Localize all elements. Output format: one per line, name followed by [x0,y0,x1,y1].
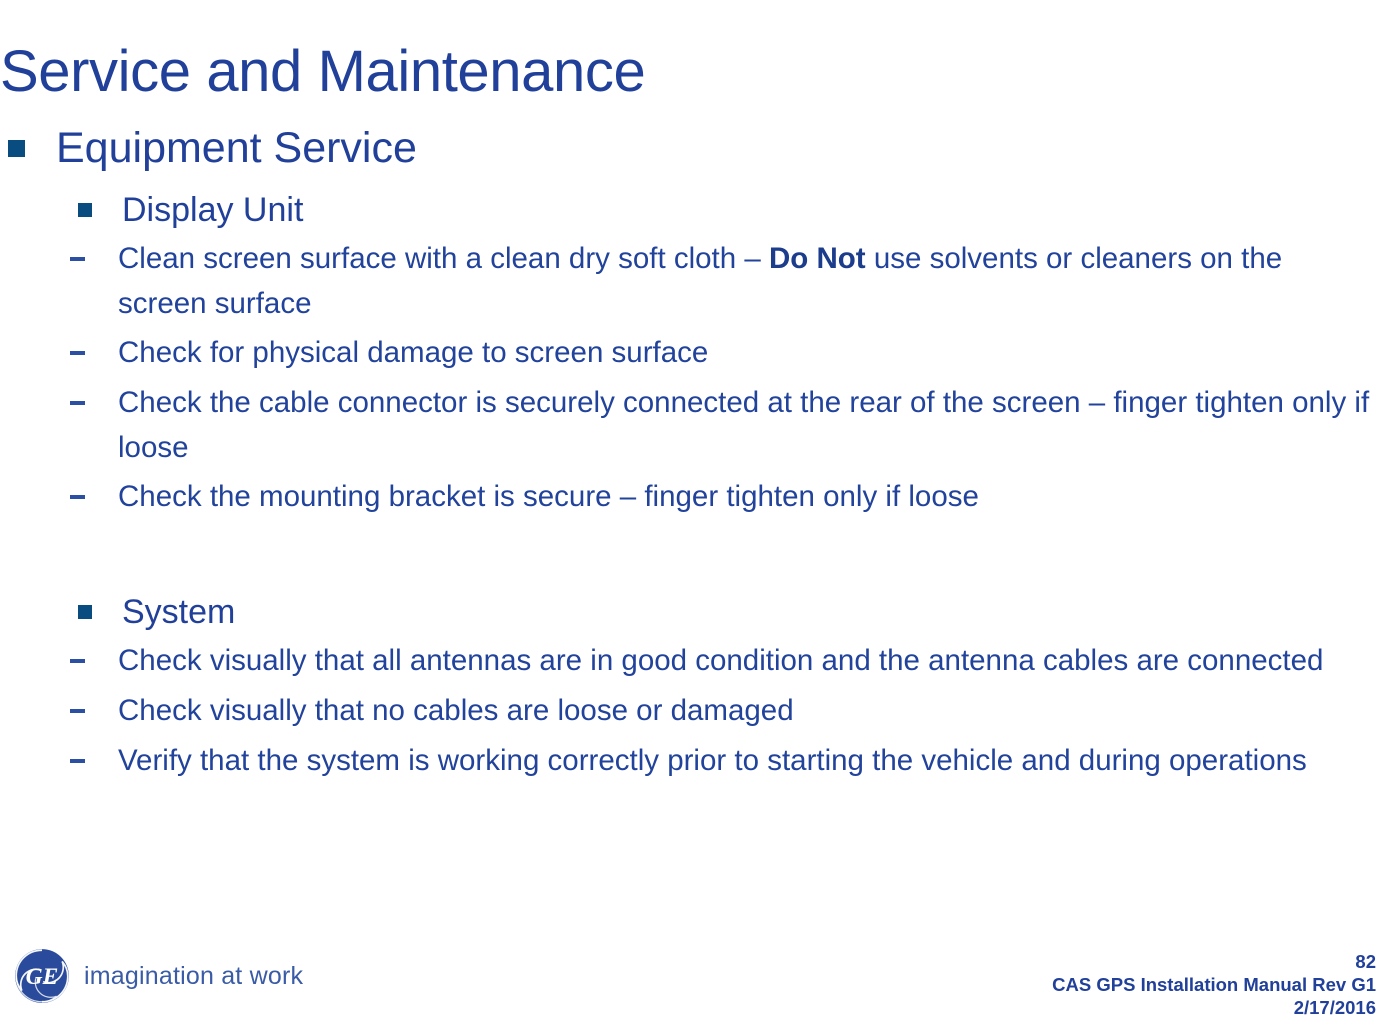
bullet-level1-label: Equipment Service [56,124,417,172]
ge-tagline: imagination at work [84,962,304,990]
list-item: Clean screen surface with a clean dry so… [0,236,1384,326]
list-item: Check visually that no cables are loose … [0,688,1384,734]
square-bullet-icon [78,590,122,634]
dash-bullet-icon [70,380,118,426]
bullet-level2-display-unit: Display Unit [0,188,1384,232]
list-item-text: Check the cable connector is securely co… [118,386,1370,464]
svg-text:GE: GE [26,964,59,990]
section-heading: System [122,593,236,631]
footer-meta: 82 CAS GPS Installation Manual Rev G1 2/… [1052,950,1376,1019]
list-item: Check visually that all antennas are in … [0,638,1384,684]
ge-monogram-icon: GE [15,949,69,1003]
list-item-emphasis: Do Not [768,242,866,275]
slide-body: Equipment Service Display Unit Clean scr… [0,120,1384,788]
document-date: 2/17/2016 [1293,997,1376,1018]
list-item: Check the cable connector is securely co… [0,380,1384,470]
dash-bullet-icon [70,236,118,282]
list-item-text: Check visually that all antennas are in … [118,644,1324,677]
dash-bullet-icon [70,330,118,376]
slide: Service and Maintenance Equipment Servic… [0,0,1384,1032]
square-bullet-icon [78,188,122,232]
dash-bullet-icon [70,474,118,520]
list-item: Check for physical damage to screen surf… [0,330,1384,376]
page-number: 82 [1355,951,1376,972]
page-title: Service and Maintenance [0,38,646,104]
list-item: Verify that the system is working correc… [0,738,1384,784]
square-bullet-icon [8,120,56,176]
list-item-text: Check visually that no cables are loose … [118,694,794,727]
dash-bullet-icon [70,638,118,684]
document-title: CAS GPS Installation Manual Rev G1 [1052,974,1376,995]
list-item-text: Clean screen surface with a clean dry so… [118,236,1378,326]
section-heading: Display Unit [122,191,304,229]
dash-bullet-icon [70,688,118,734]
list-item-text: Check the mounting bracket is secure – f… [118,480,979,513]
list-item-segment: Clean screen surface with a clean dry so… [118,242,769,275]
dash-bullet-icon [70,738,118,784]
bullet-level2-system: System [0,590,1384,634]
list-item-text: Check for physical damage to screen surf… [118,336,709,369]
list-item-text: Verify that the system is working correc… [118,744,1307,777]
slide-footer: GE imagination at work 82 CAS GPS Instal… [0,940,1384,1032]
bullet-level1-equipment-service: Equipment Service [0,120,1384,176]
ge-logo: GE imagination at work [14,948,303,1004]
list-item: Check the mounting bracket is secure – f… [0,474,1384,520]
